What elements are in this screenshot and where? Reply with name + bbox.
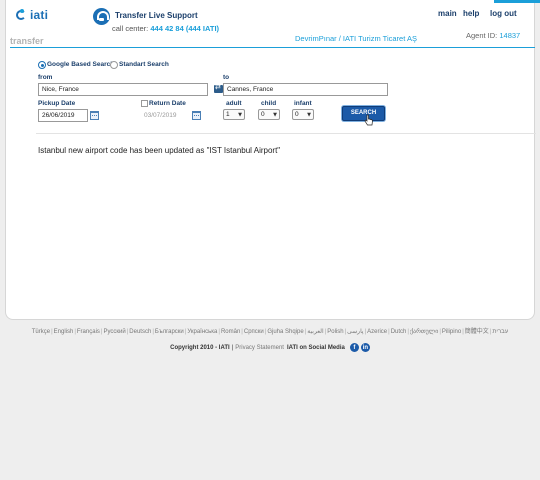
footer-separator: | [231,344,234,351]
chevron-down-icon: ▼ [273,111,277,118]
nav-main[interactable]: main [438,9,457,18]
language-link[interactable]: Français [77,329,100,335]
language-link[interactable]: Српски [244,329,264,335]
child-label: child [261,100,277,107]
language-separator: | [364,329,367,335]
privacy-statement-link[interactable]: Privacy Statement [235,345,284,351]
iati-logo-icon [16,9,28,21]
language-separator: | [439,329,441,335]
call-center-label: call center: [112,24,149,33]
form-divider [36,133,536,134]
from-input[interactable] [38,83,208,96]
copyright: Copyright 2010 - IATI [170,344,230,351]
header-divider [10,47,535,48]
return-date-input[interactable] [141,109,191,122]
language-link[interactable]: Български [155,329,184,335]
call-center-info: call center: 444 42 84 (444 IATI) [112,24,219,33]
nav-help[interactable]: help [463,9,479,18]
google-search-label[interactable]: Google Based Search [47,61,114,68]
language-link[interactable]: Türkçe [32,329,50,335]
main-card: iati transfer Transfer Live Support call… [5,0,540,320]
infant-select-value: 0 [295,111,299,118]
language-link[interactable]: Polish [327,329,343,335]
logo-text: iati [30,8,49,22]
hand-cursor-icon [364,114,373,126]
airport-notice: Istanbul new airport code has been updat… [38,146,281,155]
language-separator: | [388,329,390,335]
agent-id: Agent ID: 14837 [466,31,520,40]
social-media-label: IATI on Social Media [286,344,345,351]
live-support-link[interactable]: Transfer Live Support [115,11,198,20]
language-separator: | [218,329,220,335]
footer: Copyright 2010 - IATI | Privacy Statemen… [0,343,540,352]
iati-logo[interactable]: iati [16,8,48,22]
to-input[interactable] [223,83,388,96]
to-label: to [223,74,230,81]
linkedin-icon[interactable]: in [360,343,370,352]
chevron-down-icon: ▼ [238,111,242,118]
google-search-radio[interactable] [38,61,46,69]
return-date-checkbox[interactable] [141,100,148,107]
language-link[interactable]: 簡體中文 [465,329,489,335]
language-separator: | [241,329,243,335]
language-separator: | [152,329,154,335]
language-link[interactable]: Român [221,329,240,335]
language-link[interactable]: ქართული [410,329,438,335]
language-link[interactable]: Русский [103,329,125,335]
swap-icon[interactable] [214,83,223,93]
language-link[interactable]: العربية [307,329,323,335]
headset-icon[interactable] [93,8,110,25]
language-link[interactable]: English [54,329,74,335]
facebook-icon[interactable]: f [349,343,359,352]
pickup-date-label: Pickup Date [38,100,76,107]
language-separator: | [407,329,409,335]
return-calendar-icon[interactable] [192,111,201,120]
agent-id-label: Agent ID: [466,31,498,40]
language-list: Türkçe|English|Français|Русский|Deutsch|… [0,326,540,335]
nav-log-out[interactable]: log out [490,9,517,18]
language-separator: | [74,329,76,335]
adult-select[interactable]: 1 ▼ [223,109,245,120]
language-link[interactable]: עברית [492,329,508,335]
from-label: from [38,74,53,81]
language-separator: | [324,329,327,335]
child-select-value: 0 [261,111,265,118]
agent-id-value: 14837 [499,31,521,40]
standard-search-radio[interactable] [110,61,118,69]
language-link[interactable]: Pilipino [442,329,461,335]
language-link[interactable]: Deutsch [129,329,151,335]
company-name: DevrimPınar / IATI Turizm Ticaret AŞ [295,34,417,43]
pickup-calendar-icon[interactable] [90,111,99,120]
adult-label: adult [226,100,242,107]
language-link[interactable]: Dutch [391,329,407,335]
section-title: transfer [10,36,44,46]
standard-search-label[interactable]: Standart Search [119,61,169,68]
active-tab-indicator [494,0,540,3]
language-separator: | [51,329,53,335]
chevron-down-icon: ▼ [307,111,311,118]
pickup-date-input[interactable] [38,109,88,122]
language-link[interactable]: پارسی [347,329,363,335]
language-link[interactable]: Українська [187,329,217,335]
infant-label: infant [294,100,312,107]
call-center-number: 444 42 84 (444 IATI) [150,24,220,33]
infant-select[interactable]: 0 ▼ [292,109,314,120]
language-link[interactable]: Gjuha Shqipe [267,329,303,335]
adult-select-value: 1 [226,111,230,118]
return-date-label: Return Date [149,100,186,107]
language-separator: | [462,329,464,335]
child-select[interactable]: 0 ▼ [258,109,280,120]
language-separator: | [344,329,347,335]
language-link[interactable]: Azerice [367,329,387,335]
